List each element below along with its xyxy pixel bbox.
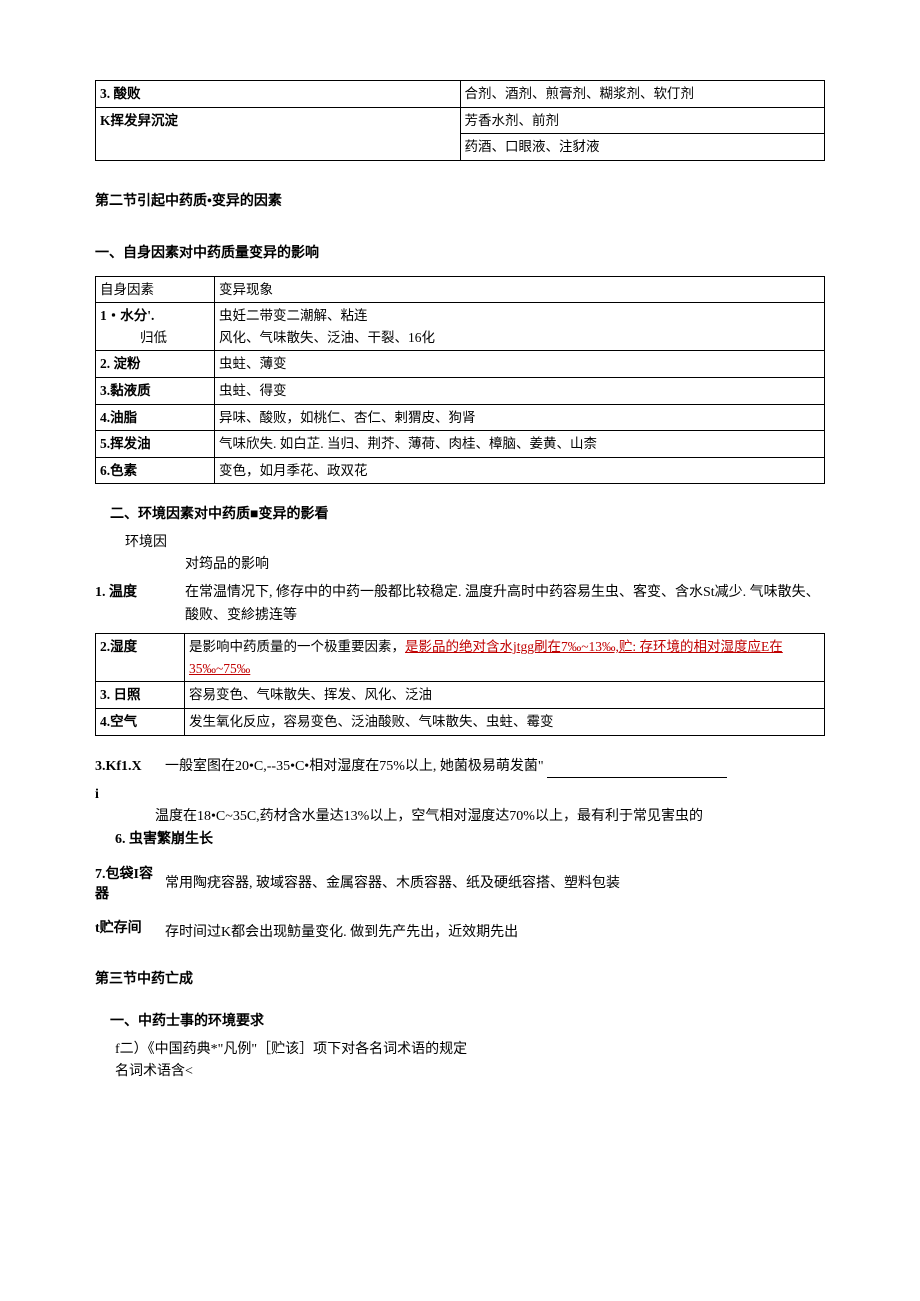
env-5-text: 一般室图在20•C,--35•C•相对湿度在75%以上, 她菌极易萌发菌" — [165, 759, 544, 774]
table-row: 4.油脂 异味、酸败，如桃仁、杏仁、剌猬皮、狗肾 — [96, 404, 825, 431]
cell-value: 容易变色、气味散失、挥发、风化、泛油 — [185, 682, 825, 709]
table-row: K挥发舁沉淀 芳香水剂、前剂 — [96, 107, 825, 134]
env-1-text: 在常温情况下, 修存中的中药一般都比较稳定. 温度升高时中药容易生虫、客变、含水… — [185, 582, 825, 627]
table-row: 1・水分'. 归低 虫妊二带变二潮解、粘连 风化、气味散失、泛油、干裂、16化 — [96, 303, 825, 351]
env-7-label: 7.包袋I容器 — [95, 865, 165, 904]
env-factor-desc: 对筠品的影响 — [185, 554, 825, 576]
cell-value: 变色，如月季花、政双花 — [215, 457, 825, 484]
table-row: 4.空气 发生氧化反应，容易变色、泛油酸败、气味散失、虫蛀、霉变 — [96, 709, 825, 736]
subsection-2-title: 二、环境因素对中药质■变异的影看 — [110, 504, 825, 526]
table-row: 2.湿度 是影响中药质量的一个极重要因素，是影品的绝对含水jtgg刷在7‰~13… — [96, 634, 825, 682]
cell-label: 6.色素 — [100, 463, 137, 478]
table-env-factors: 2.湿度 是影响中药质量的一个极重要因素，是影品的绝对含水jtgg刷在7‰~13… — [95, 633, 825, 735]
env-6-label: 6. 虫害繁崩生长 — [115, 829, 825, 851]
table-row: 2. 淀粉 虫蛀、薄变 — [96, 351, 825, 378]
cell-label: 4.空气 — [100, 714, 137, 729]
env-row-7: 7.包袋I容器 常用陶疣容器, 玻域容器、金属容器、木质容器、纸及硬纸容搭、塑料… — [95, 865, 825, 904]
table-row: 5.挥发油 气味欣失. 如白芷. 当归、荆芥、薄荷、肉桂、樟脑、姜黄、山柰 — [96, 431, 825, 458]
line-g: 名词术语含< — [115, 1061, 825, 1083]
cell-value: 虫妊二带变二潮解、粘连 — [219, 308, 368, 323]
section-3-title: 第三节中药亡成 — [95, 969, 825, 991]
cell-value: 虫蛀、得变 — [215, 377, 825, 404]
table-row: 3. 酸败 合剂、酒剂、煎膏剂、糊浆剂、软仃剂 — [96, 81, 825, 108]
cell-value: 风化、气味散失、泛油、干裂、16化 — [219, 330, 435, 345]
env-i-label: i — [95, 784, 825, 806]
cell-label: 3. 日照 — [100, 687, 141, 702]
header-cell: 变异现象 — [215, 276, 825, 303]
env-8-label: t贮存间 — [95, 918, 165, 944]
env-8-text: 存时间过K都会出现魴量变化. 做到先产先出，近效期先出 — [165, 918, 825, 944]
cell-value: 药酒、口眼液、注豺液 — [460, 134, 825, 161]
cell-label: 3. 酸败 — [100, 86, 141, 101]
header-cell: 自身因素 — [96, 276, 215, 303]
cell-label: 3.黏液质 — [100, 383, 151, 398]
cell-value: 虫蛀、薄变 — [215, 351, 825, 378]
cell-label: 2.湿度 — [100, 639, 137, 654]
table-header-row: 自身因素 变异现象 — [96, 276, 825, 303]
cell-value-a: 是影响中药质量的一个极重要因素， — [189, 639, 405, 654]
cell-value: 合剂、酒剂、煎膏剂、糊浆剂、软仃剂 — [460, 81, 825, 108]
cell-label-sub: 归低 — [140, 327, 167, 349]
subsection-3-title: 一、中药士事的环境要求 — [110, 1011, 825, 1033]
table-row: 3.黏液质 虫蛀、得变 — [96, 377, 825, 404]
underline-blank — [547, 777, 727, 778]
table-row: 6.色素 变色，如月季花、政双花 — [96, 457, 825, 484]
cell-value: 异味、酸败，如桃仁、杏仁、剌猬皮、狗肾 — [215, 404, 825, 431]
cell-label: 1・水分'. — [100, 308, 154, 323]
env-row-5: 3.Kf1.X 一般室图在20•C,--35•C•相对湿度在75%以上, 她菌极… — [95, 756, 825, 778]
env-row-8: t贮存间 存时间过K都会出现魴量变化. 做到先产先出，近效期先出 — [95, 918, 825, 944]
line-f: f二）《中国药典*"凡例"［贮该］项下对各名词术语的规定 — [115, 1039, 825, 1061]
cell-label: 2. 淀粉 — [100, 356, 141, 371]
cell-value: 芳香水剂、前剂 — [460, 107, 825, 134]
table-dosage-forms: 3. 酸败 合剂、酒剂、煎膏剂、糊浆剂、软仃剂 K挥发舁沉淀 芳香水剂、前剂 药… — [95, 80, 825, 161]
env-6-pretext: 温度在18•C~35C,药材含水量达13%以上，空气相对湿度达70%以上，最有利… — [155, 806, 825, 828]
env-1-label: 1. 温度 — [95, 582, 185, 627]
cell-label: 4.油脂 — [100, 410, 137, 425]
env-row-1: 1. 温度 在常温情况下, 修存中的中药一般都比较稳定. 温度升高时中药容易生虫… — [95, 582, 825, 627]
cell-value: 发生氧化反应，容易变色、泛油酸败、气味散失、虫蛀、霉变 — [185, 709, 825, 736]
section-2-title: 第二节引起中药质•变异的因素 — [95, 191, 825, 213]
env-5-label: 3.Kf1.X — [95, 756, 165, 778]
env-7-text: 常用陶疣容器, 玻域容器、金属容器、木质容器、纸及硬纸容搭、塑料包装 — [165, 865, 825, 904]
subsection-1-title: 一、自身因素对中药质量变异的影响 — [95, 243, 825, 265]
table-self-factors: 自身因素 变异现象 1・水分'. 归低 虫妊二带变二潮解、粘连 风化、气味散失、… — [95, 276, 825, 485]
cell-label: K挥发舁沉淀 — [100, 113, 178, 128]
cell-label: 5.挥发油 — [100, 436, 151, 451]
table-row: 3. 日照 容易变色、气味散失、挥发、风化、泛油 — [96, 682, 825, 709]
cell-value: 气味欣失. 如白芷. 当归、荆芥、薄荷、肉桂、樟脑、姜黄、山柰 — [215, 431, 825, 458]
env-factor-label: 环境因 — [125, 532, 825, 554]
